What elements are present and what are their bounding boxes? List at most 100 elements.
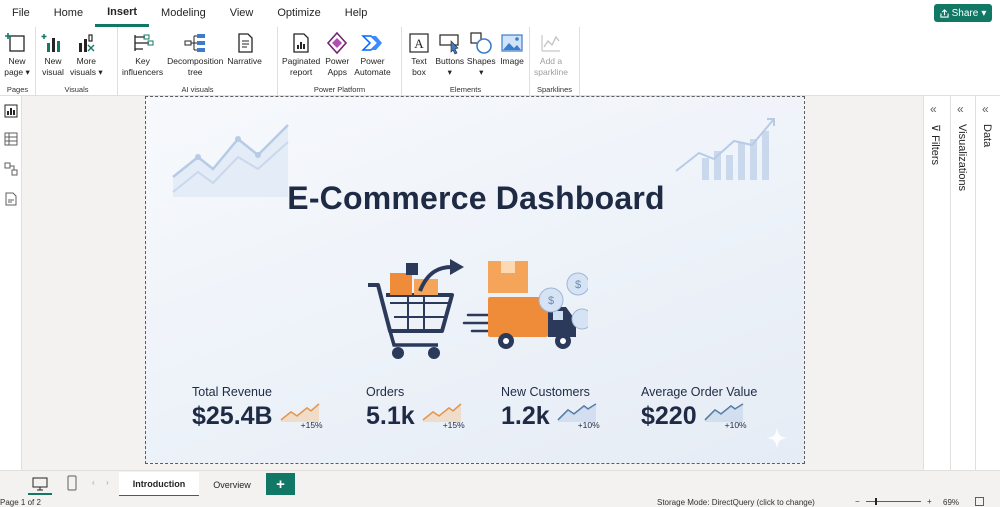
- kpi-change: +15%: [442, 420, 465, 430]
- chevron-down-icon: ▾: [981, 7, 987, 19]
- fit-to-page-icon[interactable]: [975, 497, 984, 506]
- kpi-label: Average Order Value: [641, 385, 758, 399]
- shapes-label: Shapes ▾: [466, 56, 496, 77]
- power-automate-label: Power Automate: [354, 56, 391, 77]
- add-sparkline-label: Add a sparkline: [534, 56, 569, 77]
- ribbon-group-visuals: New visual More visuals ▾ Visuals: [36, 27, 118, 96]
- ribbon-group-label: AI visuals: [181, 85, 214, 94]
- buttons-icon: [439, 34, 459, 55]
- ribbon: New page ▾ Pages New visual More visuals…: [0, 27, 1000, 96]
- layout-selected-indicator: [28, 493, 52, 495]
- power-automate-icon: [361, 35, 383, 51]
- collapse-chevron-icon[interactable]: «: [930, 102, 937, 116]
- menu-view[interactable]: View: [218, 0, 266, 27]
- more-visuals-icon: [79, 34, 95, 52]
- page-info: Page 1 of 2: [0, 498, 41, 507]
- ribbon-group-power-platform: Paginated report Power Apps Power Automa…: [278, 27, 402, 96]
- kpi-value: $25.4B: [192, 402, 273, 430]
- table-view-icon[interactable]: [4, 132, 18, 146]
- ribbon-group-sparklines: Add a sparkline Sparklines: [530, 27, 580, 96]
- svg-text:$: $: [548, 295, 554, 307]
- key-influencers-icon: [133, 34, 154, 51]
- collapse-chevron-icon[interactable]: «: [982, 102, 989, 116]
- menu-home[interactable]: Home: [42, 0, 95, 27]
- kpi-label: Total Revenue: [192, 385, 272, 399]
- kpi-change: +10%: [724, 420, 747, 430]
- new-page-icon: [5, 33, 25, 52]
- mobile-layout-icon[interactable]: [67, 475, 77, 491]
- zoom-in-button[interactable]: +: [927, 497, 932, 506]
- ribbon-group-ai-visuals: Key influencers Decomposition tree Narra…: [118, 27, 278, 96]
- menu-file[interactable]: File: [0, 0, 42, 27]
- paginated-report-icon: [293, 33, 309, 53]
- tab-overview[interactable]: Overview: [200, 472, 264, 497]
- kpi-card-orders[interactable]: Orders 5.1k +15%: [366, 385, 465, 430]
- trend-up-icon: +15%: [279, 402, 323, 430]
- sparkle-icon: [766, 427, 788, 449]
- menu-help[interactable]: Help: [333, 0, 380, 27]
- trend-up-icon: +10%: [556, 402, 600, 430]
- menu-optimize[interactable]: Optimize: [265, 0, 332, 27]
- menu-bar: File Home Insert Modeling View Optimize …: [0, 0, 1000, 27]
- visualizations-pane[interactable]: « Visualizations: [950, 96, 975, 470]
- ribbon-group-label: Power Platform: [313, 85, 366, 94]
- power-apps-label: Power Apps: [325, 56, 350, 77]
- narrative-icon: [237, 33, 253, 53]
- filter-icon: ⊽: [929, 124, 941, 136]
- menu-modeling[interactable]: Modeling: [149, 0, 218, 27]
- scroll-left-icon[interactable]: ‹: [92, 478, 95, 487]
- kpi-value: 1.2k: [501, 402, 550, 430]
- sparkline-icon: [541, 35, 561, 52]
- view-switcher-rail: [0, 96, 22, 470]
- decomposition-tree-label: Decomposition tree: [167, 56, 224, 77]
- collapse-chevron-icon[interactable]: «: [957, 102, 964, 116]
- shopping-cart-truck-illustration: $ $: [368, 259, 588, 359]
- dashboard-title: E-Commerce Dashboard: [287, 180, 665, 216]
- decorative-bar-chart: [675, 118, 775, 180]
- kpi-card-new-customers[interactable]: New Customers 1.2k +10%: [501, 385, 600, 430]
- filters-pane-title: ⊽ Filters: [929, 124, 941, 166]
- kpi-value: $220: [641, 402, 697, 430]
- kpi-change: +10%: [577, 420, 600, 430]
- power-apps-icon: [327, 31, 348, 55]
- new-visual-icon: [41, 34, 60, 52]
- kpi-label: Orders: [366, 385, 405, 399]
- scroll-right-icon[interactable]: ›: [106, 478, 109, 487]
- report-view-icon[interactable]: [4, 104, 18, 118]
- page-tab-bar: ‹ › Introduction Overview +: [0, 470, 1000, 497]
- kpi-label: New Customers: [501, 385, 590, 399]
- key-influencers-label: Key influencers: [122, 56, 164, 77]
- text-box-icon: A: [409, 33, 429, 53]
- zoom-out-button[interactable]: −: [855, 497, 860, 506]
- report-page[interactable]: E-Commerce Dashboard $ $ Total Revenue $…: [145, 96, 805, 464]
- menu-insert[interactable]: Insert: [95, 0, 150, 27]
- ribbon-group-label: Sparklines: [536, 85, 573, 94]
- add-page-button[interactable]: +: [266, 473, 295, 495]
- narrative-label: Narrative: [227, 56, 262, 66]
- storage-mode-link[interactable]: Storage Mode: DirectQuery (click to chan…: [657, 498, 815, 507]
- data-pane-title: Data: [981, 124, 993, 148]
- desktop-layout-icon[interactable]: [32, 477, 48, 491]
- svg-text:A: A: [414, 36, 424, 51]
- data-pane[interactable]: « Data: [975, 96, 1000, 470]
- text-box-label: Text box: [411, 56, 427, 77]
- kpi-card-average-order-value[interactable]: Average Order Value $220 +10%: [641, 385, 757, 430]
- zoom-slider-thumb[interactable]: [875, 498, 877, 505]
- decomposition-tree-icon: [184, 34, 206, 52]
- model-view-icon[interactable]: [4, 162, 18, 176]
- share-icon: [940, 8, 949, 18]
- zoom-level[interactable]: 69%: [943, 498, 959, 507]
- filters-pane[interactable]: « ⊽ Filters: [923, 96, 950, 470]
- ribbon-group-label: Visuals: [64, 85, 89, 94]
- more-visuals-label: More visuals ▾: [70, 56, 103, 77]
- shapes-icon: [470, 32, 493, 54]
- trend-up-icon: +10%: [703, 402, 747, 430]
- image-icon: [501, 34, 523, 52]
- tab-introduction[interactable]: Introduction: [119, 472, 199, 497]
- new-visual-label: New visual: [42, 56, 64, 77]
- dax-query-view-icon[interactable]: [4, 192, 18, 206]
- buttons-label: Buttons ▾: [435, 56, 465, 77]
- kpi-card-total-revenue[interactable]: Total Revenue $25.4B +15%: [192, 385, 323, 430]
- share-button[interactable]: Share ▾: [934, 4, 992, 22]
- share-label: Share: [951, 7, 979, 19]
